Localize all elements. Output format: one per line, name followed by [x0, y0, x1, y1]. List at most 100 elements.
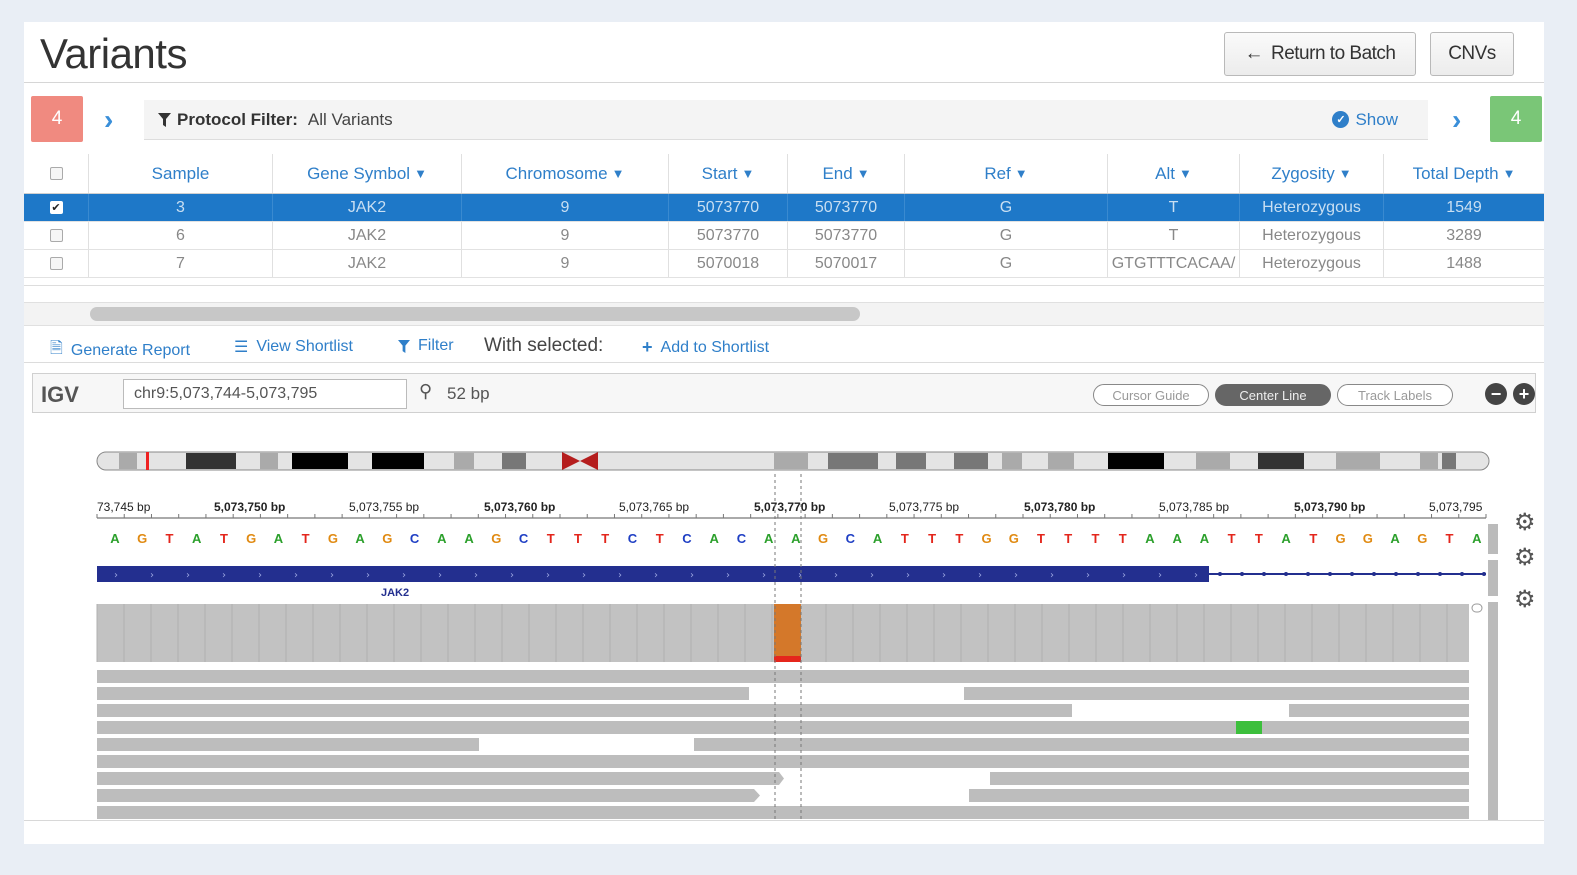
span-readout: 52 bp: [447, 384, 490, 403]
table-row[interactable]: 7 JAK2 9 5070018 5070017 G GTGTTTCACAA/Heteroz…: [24, 250, 1544, 278]
column-label: Gene Symbol: [307, 163, 411, 183]
sequence-base: T: [165, 531, 173, 546]
select-all-cell[interactable]: [24, 154, 89, 193]
filter-icon[interactable]: ▼: [1015, 166, 1028, 181]
page-title: Variants: [40, 30, 187, 77]
return-to-batch-label: Return to Batch: [1270, 43, 1396, 64]
gene-label: JAK2: [381, 587, 409, 599]
row-checkbox[interactable]: [49, 229, 63, 242]
view-shortlist-link[interactable]: ☰ View Shortlist: [234, 337, 353, 357]
read-alignment: [1289, 704, 1469, 717]
table-cell: 3: [89, 194, 273, 221]
gear-icon[interactable]: ⚙: [1514, 508, 1536, 537]
ruler-tick-label: 5,073,765 bp: [619, 500, 689, 514]
cnvs-button[interactable]: CNVs: [1430, 32, 1514, 76]
strand-arrow-icon: ›: [906, 570, 910, 581]
column-header-chromosome[interactable]: Chromosome ▼: [462, 154, 669, 193]
strand-arrow-icon: ›: [1194, 570, 1198, 581]
row-select-cell[interactable]: ✔: [24, 194, 89, 221]
row-checkbox[interactable]: ✔: [49, 201, 63, 214]
column-header-zygosity[interactable]: Zygosity ▼: [1240, 154, 1384, 193]
generate-report-link[interactable]: 🗎 Generate Report: [50, 337, 190, 364]
sequence-base: G: [1363, 531, 1373, 546]
variants-page: Variants ← Return to Batch CNVs 4 › Prot…: [24, 22, 1544, 844]
sequence-base: A: [192, 531, 202, 546]
column-header-start[interactable]: Start ▼: [669, 154, 788, 193]
gear-icon[interactable]: ⚙: [1514, 543, 1536, 572]
zoom-in-icon[interactable]: +: [1513, 383, 1535, 405]
filter-icon[interactable]: ▼: [414, 166, 427, 181]
document-icon: 🗎: [50, 340, 63, 357]
with-selected-label: With selected:: [484, 335, 604, 356]
sequence-base: T: [1446, 531, 1454, 546]
column-header-alt[interactable]: Alt ▼: [1108, 154, 1240, 193]
read-alignment: [97, 755, 1469, 768]
strand-arrow-icon: ›: [654, 570, 658, 581]
cursor-guide-toggle[interactable]: Cursor Guide: [1093, 384, 1209, 406]
sequence-base: A: [1472, 531, 1482, 546]
sequence-base: T: [1119, 531, 1127, 546]
column-header-ref[interactable]: Ref ▼: [905, 154, 1108, 193]
plus-icon: +: [642, 337, 653, 357]
column-header-total-depth[interactable]: Total Depth ▼: [1384, 154, 1544, 193]
show-button[interactable]: ✓ Show: [1332, 110, 1398, 130]
ruler-tick-label: 5,073,785 bp: [1159, 500, 1229, 514]
search-icon[interactable]: ⚲: [419, 381, 432, 402]
track-labels-toggle[interactable]: Track Labels: [1337, 384, 1453, 406]
read-alignment: [97, 687, 749, 700]
column-header-gene-symbol[interactable]: Gene Symbol ▼: [273, 154, 462, 193]
table-row[interactable]: 6 JAK2 9 5073770 5073770 G T Heterozygous 3289: [24, 222, 1544, 250]
chevron-right-icon[interactable]: ›: [1452, 104, 1461, 136]
table-row[interactable]: ✔ 3 JAK2 9 5073770 5073770 G T Heterozygous 1549: [24, 194, 1544, 222]
row-checkbox[interactable]: [49, 257, 63, 270]
mismatch-base: [1236, 721, 1262, 734]
filter-link[interactable]: Filter: [398, 337, 454, 355]
ideogram-band: [119, 453, 137, 469]
read-strand-arrow: [779, 772, 784, 785]
left-count-badge[interactable]: 4: [31, 96, 83, 142]
sequence-base: T: [1228, 531, 1236, 546]
strand-arrow-icon: ›: [1158, 570, 1162, 581]
strand-arrow-icon: ›: [402, 570, 406, 581]
chevron-right-icon[interactable]: ›: [104, 104, 113, 136]
filter-icon[interactable]: ▼: [1339, 166, 1352, 181]
column-header-sample[interactable]: Sample: [89, 154, 273, 193]
scrollbar-thumb[interactable]: [90, 307, 860, 321]
filter-icon[interactable]: ▼: [742, 166, 755, 181]
zoom-out-icon[interactable]: −: [1485, 383, 1507, 405]
read-alignment: [694, 738, 1469, 751]
intron-marker: [1240, 572, 1244, 576]
row-select-cell[interactable]: [24, 222, 89, 249]
sequence-base: T: [601, 531, 609, 546]
locus-search-input[interactable]: chr9:5,073,744-5,073,795: [123, 379, 407, 409]
filter-icon[interactable]: ▼: [1503, 166, 1516, 181]
gear-icon[interactable]: ⚙: [1514, 585, 1536, 614]
ideogram-band: [1442, 453, 1456, 469]
intron-marker: [1394, 572, 1398, 576]
ideogram-band: [186, 453, 236, 469]
protocol-filter-value[interactable]: All Variants: [308, 110, 393, 130]
generate-report-label: Generate Report: [70, 341, 191, 359]
filter-icon[interactable]: ▼: [1179, 166, 1192, 181]
row-select-cell[interactable]: [24, 250, 89, 277]
strand-arrow-icon: ›: [438, 570, 442, 581]
sequence-base: C: [628, 531, 638, 546]
strand-arrow-icon: ›: [834, 570, 838, 581]
select-all-checkbox[interactable]: [49, 167, 63, 180]
strand-arrow-icon: ›: [546, 570, 550, 581]
sequence-base: A: [764, 531, 774, 546]
filter-icon[interactable]: ▼: [857, 166, 870, 181]
intron-marker: [1328, 572, 1332, 576]
filter-icon[interactable]: ▼: [612, 166, 625, 181]
right-count-badge[interactable]: 4: [1490, 96, 1542, 142]
sequence-base: G: [1417, 531, 1427, 546]
column-header-end[interactable]: End ▼: [788, 154, 905, 193]
read-alignment: [97, 670, 1469, 683]
strand-arrow-icon: ›: [258, 570, 262, 581]
add-to-shortlist-link[interactable]: + Add to Shortlist: [642, 337, 769, 358]
table-horizontal-scrollbar[interactable]: [24, 302, 1544, 326]
track-scroll-handle: [1488, 560, 1498, 596]
return-to-batch-button[interactable]: ← Return to Batch: [1224, 32, 1416, 76]
center-line-toggle[interactable]: Center Line: [1215, 384, 1331, 406]
table-cell: 9: [462, 250, 669, 277]
